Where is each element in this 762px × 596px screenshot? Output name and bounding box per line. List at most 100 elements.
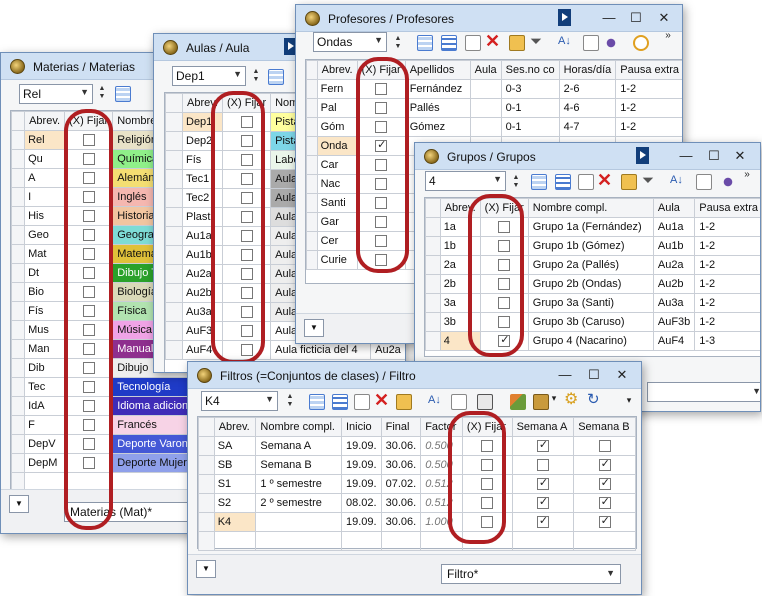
filter-icon[interactable]: ⏷ — [642, 172, 658, 189]
abbr-cell[interactable]: SB — [213, 455, 257, 475]
row-header[interactable] — [306, 174, 318, 194]
fijar-cell[interactable] — [221, 302, 272, 322]
fijar-cell[interactable] — [64, 187, 114, 207]
abbr-cell[interactable]: Au1a — [182, 226, 223, 246]
checkbox[interactable] — [598, 476, 611, 491]
name-cell[interactable]: Grupo 3b (Caruso) — [527, 312, 654, 332]
abbr-cell[interactable]: 2b — [439, 274, 481, 294]
row-header[interactable] — [425, 274, 441, 294]
col-aula[interactable]: Aula — [469, 60, 502, 80]
checkbox[interactable] — [82, 457, 95, 470]
col-pausa[interactable]: Pausa extra — [615, 60, 682, 80]
checkbox[interactable] — [375, 121, 388, 134]
profesores-titlebar[interactable]: Profesores / Profesores — ☐ ✕ — [296, 5, 682, 32]
checkbox[interactable] — [82, 305, 95, 318]
row-header[interactable] — [306, 136, 318, 156]
checkbox[interactable] — [481, 478, 494, 491]
semana-a-cell[interactable] — [511, 512, 575, 532]
checkbox[interactable] — [375, 83, 388, 96]
row-header[interactable] — [306, 231, 318, 251]
row-header[interactable] — [10, 415, 26, 435]
final-cell[interactable]: 30.06. — [380, 455, 422, 475]
abbr-cell[interactable]: 3a — [439, 293, 481, 313]
fijar-cell[interactable] — [221, 207, 272, 227]
view-combo[interactable]: ▼ — [647, 382, 760, 402]
empty-cell[interactable] — [255, 531, 342, 551]
checkbox[interactable] — [375, 178, 388, 191]
checkbox[interactable] — [481, 516, 494, 529]
abbr-cell[interactable]: Tec2 — [182, 188, 223, 208]
horas-cell[interactable]: 4-6 — [558, 98, 617, 118]
checkbox[interactable] — [240, 287, 253, 300]
fijar-cell[interactable] — [221, 150, 272, 170]
fijar-cell[interactable] — [221, 245, 272, 265]
col-fijar[interactable]: (X) Fijar — [461, 417, 513, 437]
fijar-cell[interactable] — [356, 250, 406, 270]
col-abrev[interactable]: Abrev. — [439, 198, 481, 218]
sort-icon[interactable]: A↓ — [670, 174, 686, 190]
fijar-cell[interactable] — [64, 244, 114, 264]
pausa-cell[interactable]: 1-2 — [615, 117, 682, 137]
abbr-cell[interactable]: Rel — [24, 130, 66, 150]
play-icon[interactable] — [636, 147, 649, 164]
edit-icon[interactable] — [509, 35, 525, 51]
close-icon[interactable]: ✕ — [612, 367, 632, 383]
checkbox[interactable] — [536, 495, 549, 510]
clock-icon[interactable] — [633, 35, 649, 51]
col-fijar[interactable]: (X) Fijar — [356, 60, 406, 80]
close-icon[interactable]: ✕ — [654, 10, 674, 26]
abbr-cell[interactable]: Geo — [24, 225, 66, 245]
checkbox[interactable] — [481, 459, 494, 472]
refresh-icon[interactable]: ↻ — [587, 392, 603, 408]
row-header[interactable] — [425, 255, 441, 275]
checkbox[interactable] — [82, 172, 95, 185]
pausa-cell[interactable]: 1-2 — [694, 236, 760, 256]
fijar-cell[interactable] — [356, 136, 406, 156]
fijar-cell[interactable] — [479, 293, 529, 313]
checkbox[interactable] — [82, 438, 95, 451]
abbr-cell[interactable]: 1a — [439, 217, 481, 237]
columns-icon[interactable] — [696, 174, 712, 190]
fijar-cell[interactable] — [64, 339, 114, 359]
play-icon[interactable] — [558, 9, 571, 26]
aula-cell[interactable] — [469, 117, 502, 137]
abbr-cell[interactable]: Fís — [24, 301, 66, 321]
row-header[interactable] — [306, 98, 318, 118]
checkbox[interactable] — [82, 324, 95, 337]
name-cell[interactable]: Grupo 1b (Gómez) — [527, 236, 654, 256]
checkbox[interactable] — [536, 459, 549, 472]
ses-cell[interactable]: 0-1 — [500, 117, 560, 137]
fijar-cell[interactable] — [479, 312, 529, 332]
abbr-cell[interactable]: S1 — [213, 474, 257, 494]
checkbox[interactable] — [240, 249, 253, 262]
factor-cell[interactable]: 0.512 — [420, 474, 463, 494]
col-pausa[interactable]: Pausa extra — [694, 198, 760, 218]
maximize-icon[interactable]: ☐ — [626, 10, 646, 26]
table-row[interactable]: IdA Idioma adicional — [10, 396, 199, 416]
row-header[interactable] — [165, 131, 183, 151]
table-row[interactable]: 1b Grupo 1b (Gómez) Au1b 1-2 — [425, 236, 760, 256]
row-header[interactable] — [10, 130, 26, 150]
abbr-cell[interactable]: His — [24, 206, 66, 226]
row-header[interactable] — [10, 263, 26, 283]
fijar-cell[interactable] — [479, 274, 529, 294]
checkbox[interactable] — [375, 138, 388, 153]
checkbox[interactable] — [240, 154, 253, 167]
abbr-cell[interactable]: I — [24, 187, 66, 207]
row-header[interactable] — [10, 282, 26, 302]
row-header[interactable] — [10, 149, 26, 169]
col-apellidos[interactable]: Apellidos — [404, 60, 471, 80]
row-header[interactable] — [165, 321, 183, 341]
checkbox[interactable] — [240, 268, 253, 281]
checkbox[interactable] — [498, 278, 511, 291]
checkbox[interactable] — [240, 116, 253, 129]
pausa-cell[interactable]: 1-2 — [694, 293, 760, 313]
checkbox[interactable] — [375, 159, 388, 172]
name-cell[interactable]: Grupo 2a (Pallés) — [527, 255, 654, 275]
fijar-cell[interactable] — [221, 283, 272, 303]
abbr-cell[interactable]: Góm — [316, 117, 358, 137]
fijar-cell[interactable] — [221, 321, 272, 341]
ses-cell[interactable]: 0-1 — [500, 98, 560, 118]
grid-icon[interactable] — [417, 35, 433, 51]
table-row[interactable]: DepM Deporte Mujeres — [10, 453, 199, 473]
